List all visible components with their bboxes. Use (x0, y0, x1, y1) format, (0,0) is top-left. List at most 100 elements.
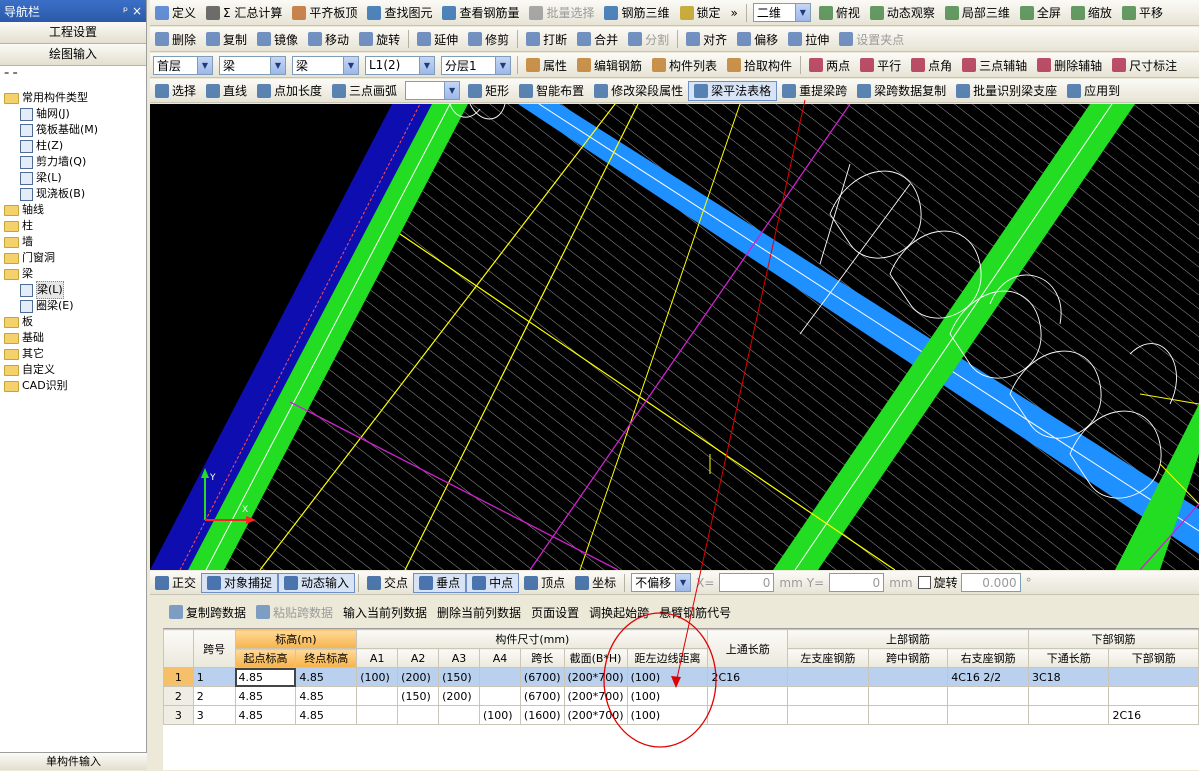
tree-node[interactable]: 筏板基础(M) (4, 122, 146, 138)
table-cell[interactable]: 4.85 (234, 667, 297, 687)
table-cell[interactable]: 4.85 (295, 686, 358, 706)
table-cell[interactable]: (100) (626, 705, 709, 725)
table-cell[interactable] (947, 705, 1029, 725)
tree-node[interactable]: 柱 (4, 218, 146, 234)
offset-combo-arrow-icon[interactable]: ▼ (675, 574, 691, 591)
tb4-button-7[interactable]: 梁平法表格 (688, 80, 778, 101)
table-cell[interactable]: (100) (626, 686, 709, 706)
tb1-button-3[interactable]: 查找图元 (362, 3, 437, 23)
table-cell[interactable] (707, 705, 788, 725)
tree-node[interactable]: 墙 (4, 234, 146, 250)
tb3-button-9[interactable]: 尺寸标注 (1107, 55, 1182, 75)
tb2-button-9[interactable]: 分割 (623, 29, 674, 49)
tb4-button-6[interactable]: 修改梁段属性 (589, 81, 688, 101)
tb3-button-2[interactable]: 构件列表 (647, 55, 722, 75)
table-cell[interactable]: (6700) (519, 667, 565, 687)
tree-node[interactable]: 基础 (4, 330, 146, 346)
snap-button-4[interactable]: 垂点 (413, 572, 467, 593)
drawing-canvas[interactable]: Y X (150, 104, 1199, 570)
tb4-button-9[interactable]: 梁跨数据复制 (852, 81, 951, 101)
table-cell[interactable] (479, 686, 521, 706)
tb4-button-5[interactable]: 智能布置 (514, 81, 589, 101)
tb4-button-2[interactable]: 点加长度 (252, 81, 327, 101)
tb1-button-1[interactable]: Σ 汇总计算 (201, 3, 287, 23)
tb4-button-1[interactable]: 直线 (201, 81, 252, 101)
tb4-button-10[interactable]: 批量识别梁支座 (951, 81, 1062, 101)
table-tool-button-3[interactable]: 删除当前列数据 (432, 602, 526, 622)
tb2-button-10[interactable]: 对齐 (681, 29, 732, 49)
table-row[interactable]: 3 3 4.85 4.85 (100) (1600) (200*700) (100) 2C16 (163, 705, 1199, 725)
table-cell[interactable]: 4.85 (234, 686, 297, 706)
table-cell[interactable] (787, 705, 869, 725)
tree-node[interactable]: CAD识别 (4, 378, 146, 394)
type-combo-arrow-icon[interactable]: ▼ (270, 56, 285, 74)
table-tool-button-5[interactable]: 调换起始跨 (584, 602, 654, 622)
tb1-button-7[interactable]: 锁定 (675, 3, 726, 23)
tree-node[interactable]: 自定义 (4, 362, 146, 378)
arc-mode-combo[interactable]: ▼ (405, 81, 461, 100)
offset-combo[interactable]: 不偏移 ▼ (631, 573, 692, 592)
tb4-button-3[interactable]: 三点画弧 (327, 81, 402, 101)
table-cell[interactable] (438, 705, 480, 725)
tb1r-button-1[interactable]: 动态观察 (865, 3, 940, 23)
tree-node[interactable]: 梁(L) (4, 281, 146, 299)
table-cell[interactable]: (200*700) (563, 686, 628, 706)
table-tool-button-1[interactable]: 粘贴跨数据 (251, 602, 338, 622)
tb3-button-6[interactable]: 点角 (906, 55, 957, 75)
table-cell[interactable]: 4.85 (295, 667, 358, 687)
tree-node[interactable]: 梁(L) (4, 170, 146, 186)
tb2-button-2[interactable]: 镜像 (252, 29, 303, 49)
tb1r-button-2[interactable]: 局部三维 (940, 3, 1015, 23)
tb2-button-11[interactable]: 偏移 (732, 29, 783, 49)
table-tool-button-4[interactable]: 页面设置 (526, 602, 584, 622)
single-component-input-button[interactable]: 单构件输入 (0, 752, 147, 770)
tb2-button-7[interactable]: 打断 (521, 29, 572, 49)
expand-icon[interactable]: ⁼ ⁼ (4, 70, 18, 81)
floor-combo-arrow-icon[interactable]: ▼ (197, 56, 212, 74)
tb2-button-1[interactable]: 复制 (201, 29, 252, 49)
tree-node[interactable]: 板 (4, 314, 146, 330)
type-combo[interactable]: 梁 ▼ (219, 55, 286, 75)
tb4-button-0[interactable]: 选择 (150, 81, 201, 101)
table-cell[interactable]: (150) (397, 686, 440, 706)
table-cell[interactable]: (100) (479, 705, 521, 725)
table-cell[interactable]: 2C16 (1108, 705, 1199, 725)
tb2-button-13[interactable]: 设置夹点 (834, 29, 909, 49)
table-row[interactable]: 2 2 4.85 4.85 (150) (200) (6700) (200*700) (100) (163, 686, 1199, 706)
table-cell[interactable] (867, 705, 949, 725)
snap-button-1[interactable]: 对象捕捉 (201, 572, 279, 593)
table-cell[interactable] (867, 686, 949, 706)
snap-button-3[interactable]: 交点 (362, 573, 413, 593)
table-cell[interactable] (356, 705, 399, 725)
view-mode-combo[interactable]: 二维 ▼ (752, 3, 811, 22)
table-cell[interactable] (1108, 667, 1199, 687)
tb2-button-3[interactable]: 移动 (303, 29, 354, 49)
table-cell[interactable]: (6700) (519, 686, 565, 706)
tb1r-button-3[interactable]: 全屏 (1015, 3, 1066, 23)
snap-button-0[interactable]: 正交 (150, 573, 201, 593)
table-cell[interactable]: 3C18 (1027, 667, 1110, 687)
table-cell[interactable] (867, 667, 949, 687)
table-cell[interactable] (787, 667, 869, 687)
table-cell[interactable]: (200*700) (563, 705, 628, 725)
table-tool-button-0[interactable]: 复制跨数据 (164, 602, 251, 622)
tb3-button-5[interactable]: 平行 (855, 55, 906, 75)
table-cell[interactable] (479, 667, 521, 687)
table-cell[interactable]: 1 (192, 667, 236, 687)
tb2-button-4[interactable]: 旋转 (354, 29, 405, 49)
tb1-button-4[interactable]: 查看钢筋量 (437, 3, 524, 23)
tb1r-button-4[interactable]: 缩放 (1066, 3, 1117, 23)
tree-node[interactable]: 梁 (4, 266, 146, 282)
snap-button-6[interactable]: 顶点 (519, 573, 570, 593)
tb4-button-8[interactable]: 重提梁跨 (777, 81, 852, 101)
tree-node[interactable]: 门窗洞 (4, 250, 146, 266)
table-tool-button-6[interactable]: 悬臂钢筋代号 (654, 602, 736, 622)
table-cell[interactable]: 3 (192, 705, 236, 725)
view-mode-combo-arrow-icon[interactable]: ▼ (794, 4, 810, 21)
y-input[interactable]: 0 (829, 573, 885, 592)
rotate-checkbox[interactable] (917, 576, 931, 589)
layer-combo[interactable]: 分层1 ▼ (441, 55, 511, 75)
tb3-button-3[interactable]: 拾取构件 (722, 55, 797, 75)
tree-node[interactable]: 轴网(J) (4, 106, 146, 122)
component-combo[interactable]: L1(2) ▼ (365, 55, 435, 75)
